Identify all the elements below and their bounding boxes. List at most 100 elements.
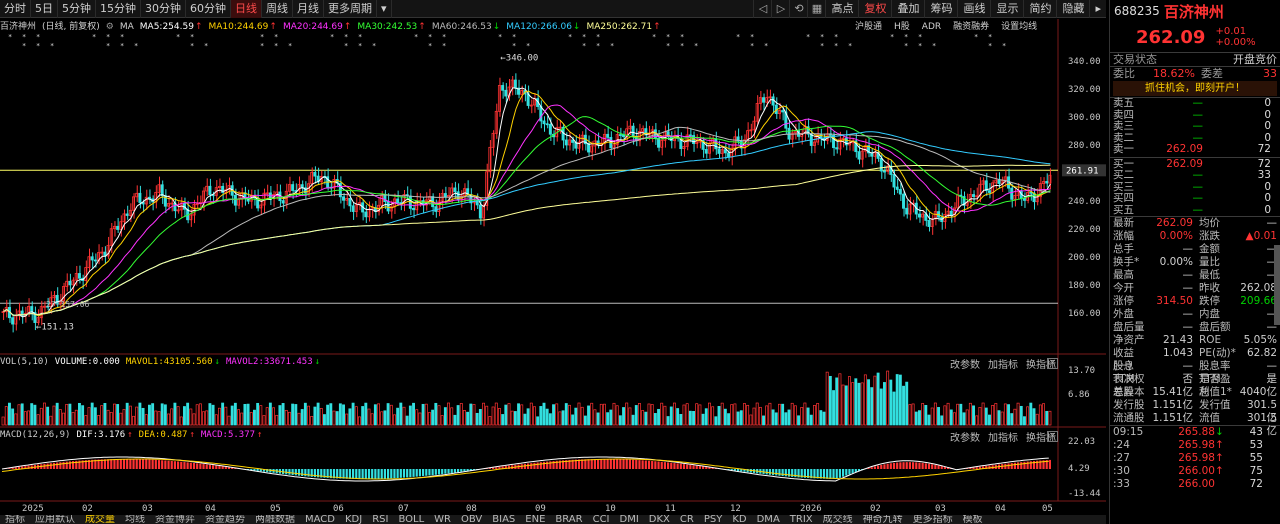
toolbar-button-4[interactable]: 显示 <box>990 0 1023 18</box>
forward-icon[interactable]: ▷ <box>771 0 789 18</box>
macd-bar <box>422 469 425 477</box>
indicator-tab[interactable]: 应用默认 <box>30 515 80 524</box>
stat-label: 表决权差异 <box>1113 373 1145 398</box>
indicator-tab[interactable]: BOLL <box>393 515 429 524</box>
toolbar-button-2[interactable]: 筹码 <box>924 0 957 18</box>
period-tab[interactable]: 分时 <box>0 0 31 18</box>
macd-actions: 改参数 加指标 换指标 <box>950 429 1056 444</box>
macd-bar <box>679 463 682 469</box>
high-point-button[interactable]: 高点 <box>825 0 858 18</box>
indicator-tab[interactable]: KD <box>727 515 751 524</box>
settings-icon[interactable]: ⚙ <box>106 21 114 34</box>
period-tab[interactable]: 周线 <box>262 0 293 18</box>
indicator-tab[interactable]: 更多指标 <box>908 515 958 524</box>
chart-tab[interactable]: ADR <box>922 21 941 34</box>
stat-label: 涨幅 <box>1113 230 1134 242</box>
indicator-tab[interactable]: CCI <box>588 515 615 524</box>
toolbar-button-0[interactable]: 复权 <box>858 0 891 18</box>
indicator-tab[interactable]: DMA <box>752 515 785 524</box>
volume-action[interactable]: 加指标 <box>988 356 1018 371</box>
period-tab[interactable]: 15分钟 <box>96 0 141 18</box>
period-tab[interactable]: 月线 <box>293 0 324 18</box>
period-tab[interactable]: 日线 <box>231 0 262 18</box>
chart-tab[interactable]: 融资融券 <box>953 21 989 34</box>
chart-tab[interactable]: 沪股通 <box>855 21 882 34</box>
candle-body <box>125 213 129 216</box>
stat-label: 总股本 <box>1113 386 1145 398</box>
quote-stat-row: 总手 — 金额 — <box>1110 243 1280 256</box>
chart-tab[interactable]: H股 <box>894 21 910 34</box>
indicator-tab[interactable]: 模板 <box>958 515 988 524</box>
indicator-tab[interactable]: KDJ <box>340 515 367 524</box>
back-icon[interactable]: ◁ <box>753 0 771 18</box>
stat-value: 314.50 <box>1156 295 1193 307</box>
indicator-tab[interactable]: WR <box>429 515 456 524</box>
last-price: 262.09 <box>1136 26 1206 48</box>
indicator-tab[interactable]: OBV <box>456 515 487 524</box>
cycle-icon[interactable]: ⟲ <box>789 0 807 18</box>
volume-bar <box>116 404 120 426</box>
macd-bar <box>412 469 415 477</box>
indicator-tab[interactable]: 成交线 <box>818 515 858 524</box>
toolbar-button-5[interactable]: 简约 <box>1023 0 1056 18</box>
expand-arrow-icon[interactable]: ▸ <box>1089 0 1106 18</box>
indicator-tab[interactable]: DMI <box>615 515 644 524</box>
orderbook-volume: 33 <box>1257 169 1271 181</box>
indicator-tab[interactable]: PSY <box>699 515 728 524</box>
signal-marker: * <box>820 42 824 50</box>
toolbar-button-6[interactable]: 隐藏 <box>1056 0 1089 18</box>
macd-action[interactable]: 改参数 <box>950 429 980 444</box>
indicator-tab[interactable]: 资金博弈 <box>150 515 200 524</box>
macd-bar <box>612 459 616 469</box>
indicator-tab[interactable]: RSI <box>367 515 393 524</box>
macd-bar <box>842 469 845 477</box>
period-tab[interactable]: 5分钟 <box>58 0 96 18</box>
dropdown-arrow-icon[interactable]: ▾ <box>377 0 392 18</box>
period-tab[interactable]: 5日 <box>31 0 58 18</box>
macd-bar <box>177 461 180 469</box>
period-tab[interactable]: 更多周期 <box>324 0 377 18</box>
indicator-tab[interactable]: 神奇九转 <box>858 515 908 524</box>
macd-bar <box>848 469 851 475</box>
macd-close-button[interactable]: × <box>1047 431 1058 442</box>
macd-bar <box>434 469 437 475</box>
indicator-tab[interactable]: 均线 <box>120 515 150 524</box>
indicator-tab[interactable]: BIAS <box>487 515 520 524</box>
indicator-tab[interactable]: MACD <box>300 515 340 524</box>
period-tab[interactable]: 60分钟 <box>186 0 231 18</box>
tick-row: :30 266.00 ↑ 75 <box>1110 465 1280 478</box>
indicator-tab[interactable]: 资金趋势 <box>200 515 250 524</box>
open-account-banner[interactable]: 抓住机会，即刻开户！ <box>1113 81 1277 96</box>
volume-action[interactable]: 改参数 <box>950 356 980 371</box>
indicator-tab[interactable]: 成交量 <box>80 515 120 524</box>
chart-tab[interactable]: 设置均线 <box>1001 21 1037 34</box>
indicator-tab[interactable]: DKX <box>644 515 675 524</box>
indicator-tab[interactable]: 指标 <box>0 515 30 524</box>
orderbook-row: 卖三 — 0 <box>1110 120 1280 133</box>
period-tab[interactable]: 30分钟 <box>141 0 186 18</box>
volume-bar <box>431 409 435 426</box>
indicator-tab[interactable]: BRAR <box>550 515 587 524</box>
x-axis-label: 07 <box>398 504 409 514</box>
macd-bar <box>224 466 227 469</box>
candle-body <box>501 85 505 91</box>
volume-bar <box>523 413 527 426</box>
grid-icon[interactable]: ▦ <box>807 0 825 18</box>
toolbar-button-3[interactable]: 画线 <box>957 0 990 18</box>
indicator-tab[interactable]: CR <box>675 515 699 524</box>
volume-close-button[interactable]: × <box>1047 358 1058 369</box>
indicator-tab[interactable]: 两融数据 <box>250 515 300 524</box>
indicator-tab[interactable]: ENE <box>520 515 550 524</box>
macd-bar <box>199 463 202 469</box>
tick-price: 265.88 <box>1178 426 1215 438</box>
volume-bar <box>997 410 1001 426</box>
volume-bar <box>326 404 330 426</box>
macd-bar <box>151 459 154 469</box>
macd-bar <box>600 459 603 469</box>
tick-volume: 75 <box>1249 465 1263 477</box>
volume-bar <box>927 414 931 426</box>
toolbar-button-1[interactable]: 叠加 <box>891 0 924 18</box>
scrollbar[interactable] <box>1274 245 1280 325</box>
macd-action[interactable]: 加指标 <box>988 429 1018 444</box>
indicator-tab[interactable]: TRIX <box>785 515 818 524</box>
